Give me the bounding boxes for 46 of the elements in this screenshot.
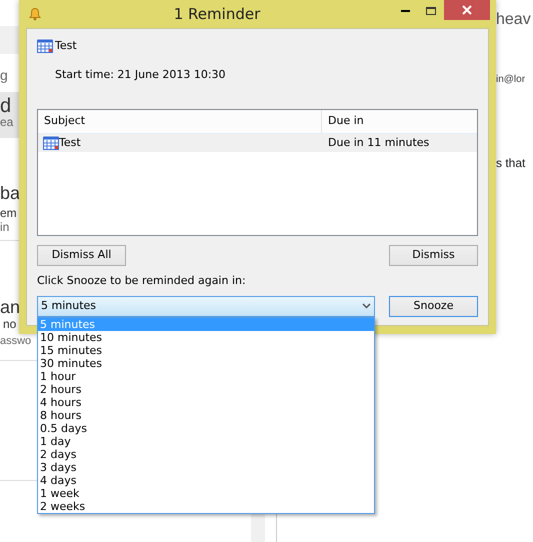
scrollbar-track[interactable] [251, 514, 265, 542]
chevron-down-icon [362, 303, 371, 309]
snooze-option[interactable]: 2 hours [38, 383, 374, 396]
snooze-option[interactable]: 10 minutes [38, 331, 374, 344]
calendar-icon [37, 39, 53, 54]
reminder-subject: Test [55, 38, 77, 54]
column-header[interactable]: Subject [38, 110, 322, 133]
snooze-option[interactable]: 1 hour [38, 370, 374, 383]
dismiss-all-button[interactable]: Dismiss All [37, 245, 126, 266]
snooze-option[interactable]: 3 days [38, 461, 374, 474]
background-text: in [0, 221, 10, 233]
snooze-option[interactable]: 2 weeks [38, 500, 374, 513]
table-cell-text: Test [59, 134, 81, 151]
snooze-option[interactable]: 15 minutes [38, 344, 374, 357]
reminder-row[interactable]: Test Due in 11 minutes [38, 134, 477, 152]
background-text: asswo [0, 336, 32, 347]
calendar-icon [43, 136, 59, 150]
start-time: Start time: 21 June 2013 10:30 [55, 66, 227, 82]
background-text: ba [0, 184, 20, 202]
close-icon [462, 5, 472, 15]
background-text: s that [496, 157, 526, 169]
snooze-option[interactable]: 0.5 days [38, 422, 374, 435]
snooze-option[interactable]: 8 hours [38, 409, 374, 422]
snooze-option[interactable]: 2 days [38, 448, 374, 461]
snooze-option[interactable]: 30 minutes [38, 357, 374, 370]
background-text: heav [496, 12, 531, 28]
snooze-option[interactable]: 4 days [38, 474, 374, 487]
snooze-button[interactable]: Snooze [389, 296, 478, 316]
snooze-label: Click Snooze to be reminded again in: [37, 273, 247, 289]
background-text: g [0, 68, 8, 82]
close-button[interactable] [444, 0, 490, 20]
bell-icon [28, 7, 42, 21]
dismiss-button[interactable]: Dismiss [389, 245, 478, 266]
background-text: an [0, 298, 20, 316]
background-text: em [0, 207, 17, 219]
snooze-dropdown[interactable]: 5 minutes [37, 296, 375, 316]
table-cell-text: Due in 11 minutes [327, 134, 430, 151]
snooze-option[interactable]: 1 week [38, 487, 374, 500]
background-text: in@lor [496, 75, 526, 85]
window-title: 1 Reminder [172, 4, 262, 25]
background-text: ea [0, 116, 14, 128]
column-header[interactable]: Due in [322, 110, 477, 133]
background-text: d [0, 96, 12, 116]
snooze-option[interactable]: 4 hours [38, 396, 374, 409]
snooze-option[interactable]: 1 day [38, 435, 374, 448]
background-text: no [3, 318, 16, 330]
